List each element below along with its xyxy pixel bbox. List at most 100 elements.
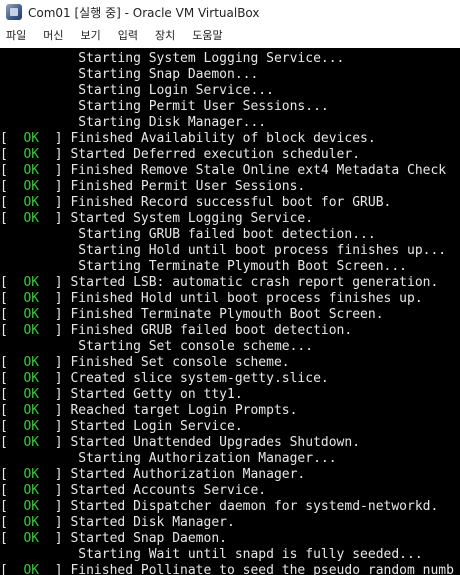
console-line: [ OK ] Started Accounts Service.	[0, 483, 454, 499]
ok-status: OK	[23, 195, 40, 210]
console-line: Starting Snap Daemon...	[0, 67, 454, 83]
menu-input[interactable]: 입력	[118, 27, 138, 43]
status-prefix: [ OK ]	[0, 403, 71, 418]
window-title: Com01 [실행 중] - Oracle VM VirtualBox	[28, 5, 260, 20]
status-prefix: [ OK ]	[0, 531, 71, 546]
status-prefix	[0, 51, 78, 66]
status-prefix	[0, 243, 78, 258]
status-prefix: [ OK ]	[0, 371, 71, 386]
console-message: Finished Permit User Sessions.	[70, 179, 306, 194]
ok-status: OK	[23, 179, 40, 194]
console-message: Reached target Login Prompts.	[70, 403, 298, 418]
status-prefix: [ OK ]	[0, 211, 71, 226]
console-line: [ OK ] Started Unattended Upgrades Shutd…	[0, 435, 454, 451]
status-prefix: [ OK ]	[0, 355, 71, 370]
console-message: Started Accounts Service.	[70, 483, 267, 498]
ok-status: OK	[23, 275, 40, 290]
console-message: Starting System Logging Service...	[78, 51, 345, 66]
status-prefix: [ OK ]	[0, 131, 71, 146]
console-line: [ OK ] Started Dispatcher daemon for sys…	[0, 499, 454, 515]
menu-bar: 파일 머신 보기 입력 장치 도움말	[0, 24, 460, 46]
status-prefix	[0, 227, 78, 242]
console-message: Starting Authorization Manager...	[78, 451, 337, 466]
console-line: [ OK ] Created slice system-getty.slice.	[0, 371, 454, 387]
console-message: Started Getty on tty1.	[70, 387, 243, 402]
menu-file[interactable]: 파일	[6, 27, 26, 43]
console-line: Starting GRUB failed boot detection...	[0, 227, 454, 243]
console-line: [ OK ] Finished Terminate Plymouth Boot …	[0, 307, 454, 323]
ok-status: OK	[23, 563, 40, 575]
console-line: [ OK ] Finished Set console scheme.	[0, 355, 454, 371]
status-prefix: [ OK ]	[0, 323, 71, 338]
console-line: [ OK ] Started Login Service.	[0, 419, 454, 435]
console-message: Finished Pollinate to seed the pseudo ra…	[70, 563, 454, 575]
menu-devices[interactable]: 장치	[155, 27, 175, 43]
menu-machine[interactable]: 머신	[43, 27, 63, 43]
title-bar: Com01 [실행 중] - Oracle VM VirtualBox	[0, 0, 460, 24]
console-line: Starting Authorization Manager...	[0, 451, 454, 467]
status-prefix	[0, 339, 78, 354]
ok-status: OK	[23, 467, 40, 482]
console-line: [ OK ] Started Deferred execution schedu…	[0, 147, 454, 163]
console-line: Starting Login Service...	[0, 83, 454, 99]
console-line: Starting Wait until snapd is fully seede…	[0, 547, 454, 563]
console-line: Starting Set console scheme...	[0, 339, 454, 355]
console-line: [ OK ] Started Disk Manager.	[0, 515, 454, 531]
status-prefix	[0, 115, 78, 130]
ok-status: OK	[23, 355, 40, 370]
console-line: Starting Permit User Sessions...	[0, 99, 454, 115]
console-line: [ OK ] Started Authorization Manager.	[0, 467, 454, 483]
status-prefix: [ OK ]	[0, 387, 71, 402]
console-message: Finished Hold until boot process finishe…	[70, 291, 423, 306]
menu-view[interactable]: 보기	[81, 27, 101, 43]
console-message: Started Snap Daemon.	[70, 531, 227, 546]
console-line: [ OK ] Finished Availability of block de…	[0, 131, 454, 147]
console-line: [ OK ] Finished GRUB failed boot detecti…	[0, 323, 454, 339]
console-message: Starting GRUB failed boot detection...	[78, 227, 376, 242]
console-message: Starting Wait until snapd is fully seede…	[78, 547, 423, 562]
console-line: [ OK ] Started Snap Daemon.	[0, 531, 454, 547]
console-line: Starting Hold until boot process finishe…	[0, 243, 454, 259]
console-output: Starting System Logging Service... Start…	[0, 51, 454, 575]
console-message: Started Disk Manager.	[70, 515, 235, 530]
console-line: [ OK ] Started System Logging Service.	[0, 211, 454, 227]
ok-status: OK	[23, 419, 40, 434]
console-message: Finished Remove Stale Online ext4 Metada…	[70, 163, 447, 178]
status-prefix	[0, 83, 78, 98]
console-message: Created slice system-getty.slice.	[70, 371, 329, 386]
console-line: [ OK ] Started LSB: automatic crash repo…	[0, 275, 454, 291]
console-message: Finished Availability of block devices.	[70, 131, 376, 146]
status-prefix: [ OK ]	[0, 275, 71, 290]
ok-status: OK	[23, 499, 40, 514]
status-prefix: [ OK ]	[0, 179, 71, 194]
status-prefix	[0, 67, 78, 82]
status-prefix	[0, 99, 78, 114]
console-message: Starting Terminate Plymouth Boot Screen.…	[78, 259, 408, 274]
console-message: Started LSB: automatic crash report gene…	[70, 275, 439, 290]
status-prefix	[0, 259, 78, 274]
ok-status: OK	[23, 307, 40, 322]
console-message: Started Deferred execution scheduler.	[70, 147, 361, 162]
status-prefix: [ OK ]	[0, 419, 71, 434]
console-message: Started Dispatcher daemon for systemd-ne…	[70, 499, 439, 514]
console-line: [ OK ] Reached target Login Prompts.	[0, 403, 454, 419]
ok-status: OK	[23, 515, 40, 530]
console-line: [ OK ] Finished Record successful boot f…	[0, 195, 454, 211]
console-message: Started Authorization Manager.	[70, 467, 306, 482]
menu-help[interactable]: 도움말	[192, 27, 222, 43]
ok-status: OK	[23, 531, 40, 546]
status-prefix: [ OK ]	[0, 499, 71, 514]
ok-status: OK	[23, 163, 40, 178]
console-message: Starting Snap Daemon...	[78, 67, 259, 82]
console-message: Finished Terminate Plymouth Boot Screen.	[70, 307, 384, 322]
ok-status: OK	[23, 147, 40, 162]
console-line: [ OK ] Finished Permit User Sessions.	[0, 179, 454, 195]
ok-status: OK	[23, 403, 40, 418]
ok-status: OK	[23, 387, 40, 402]
status-prefix: [ OK ]	[0, 435, 71, 450]
status-prefix	[0, 547, 78, 562]
console-message: Starting Login Service...	[78, 83, 274, 98]
console-message: Starting Disk Manager...	[78, 115, 267, 130]
console-line: [ OK ] Finished Pollinate to seed the ps…	[0, 563, 454, 575]
vm-console-screen[interactable]: Starting System Logging Service... Start…	[0, 48, 460, 575]
